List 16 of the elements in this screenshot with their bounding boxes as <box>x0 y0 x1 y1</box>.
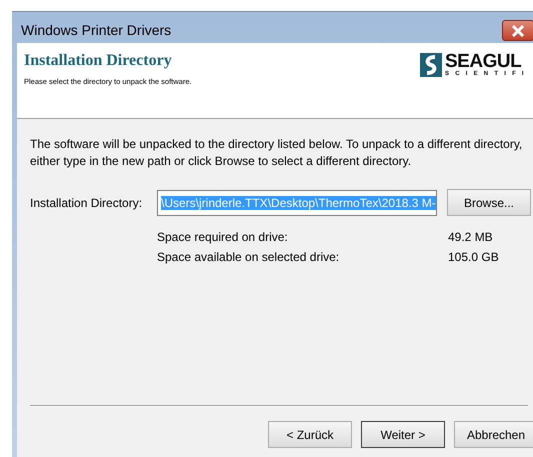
dialog-button[interactable]: Abbrechen <box>454 421 533 448</box>
page-title: Installation Directory <box>24 52 173 70</box>
window-title: Windows Printer Drivers <box>20 20 172 38</box>
close-button[interactable] <box>502 20 533 41</box>
logo-name: SEAGUL <box>445 53 522 71</box>
logo-icon <box>420 53 442 77</box>
instructions-text: The software will be unpacked to the directory listed below. To unpack to a different directory, either type in the new path or click Browse to select a different directory. <box>30 136 524 170</box>
browse-button[interactable]: Browse... <box>447 189 531 216</box>
dialog-button[interactable]: Weiter > <box>361 421 445 448</box>
directory-label: Installation Directory: <box>30 196 144 210</box>
dialog-button[interactable]: < Zurück <box>268 421 352 448</box>
close-icon <box>511 24 525 36</box>
space-label: Space required on drive: <box>157 230 289 244</box>
space-label: Space available on selected drive: <box>157 250 340 264</box>
space-value: 49.2 MB <box>448 230 493 244</box>
space-value: 105.0 GB <box>448 250 499 264</box>
